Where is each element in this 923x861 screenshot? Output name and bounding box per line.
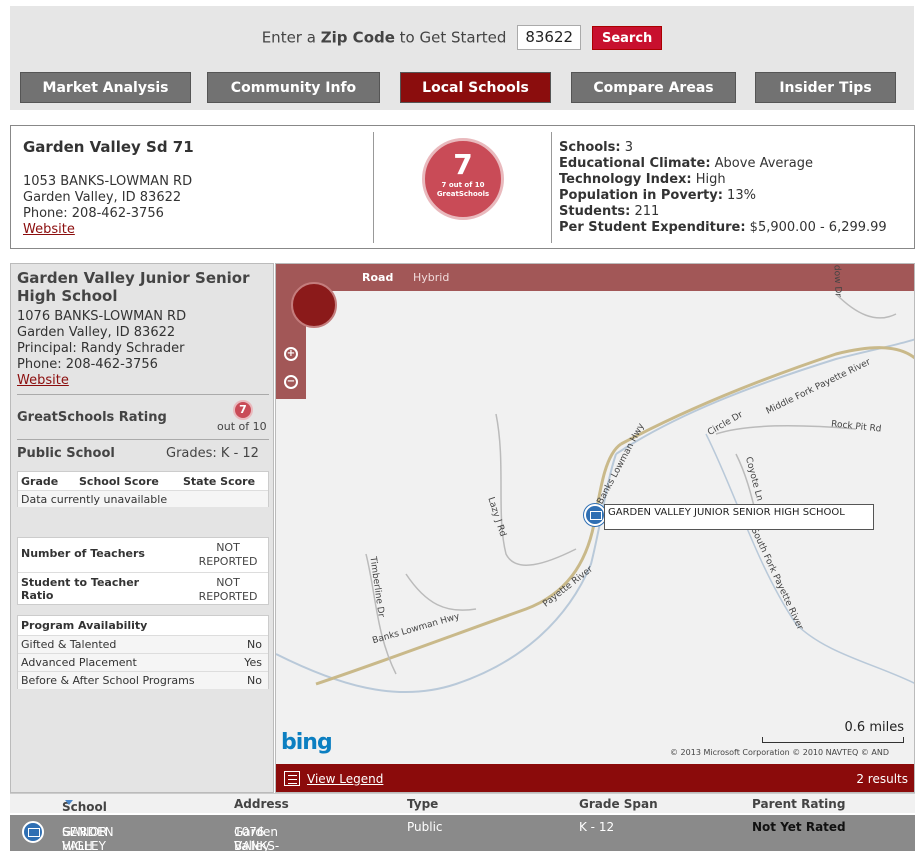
school-principal: Principal: Randy Schrader xyxy=(17,341,185,356)
school-marker-label: GARDEN VALLEY JUNIOR SENIOR HIGH SCHOOL xyxy=(604,504,874,530)
score-empty-message: Data currently unavailable xyxy=(21,493,168,506)
map-view[interactable]: Road Hybrid + − Banks Lowman Hwy Banks L… xyxy=(275,263,915,793)
header-parent-rating[interactable]: Parent Rating xyxy=(752,797,845,811)
school-marker-icon[interactable] xyxy=(584,504,606,526)
teacher-table: Number of Teachers NOT REPORTED Student t… xyxy=(17,537,269,605)
road-view-tab[interactable]: Road xyxy=(362,271,393,284)
tab-insider-tips[interactable]: Insider Tips xyxy=(755,72,896,103)
teachers-label: Number of Teachers xyxy=(21,547,145,560)
score-table-header: Grade School Score State Score xyxy=(18,472,268,490)
greatschools-label: GreatSchools xyxy=(436,190,490,198)
header-state-score: State Score xyxy=(183,475,256,488)
school-phone: Phone: 208-462-3756 xyxy=(17,357,158,372)
stat-expenditure: Per Student Expenditure: $5,900.00 - 6,2… xyxy=(559,220,887,235)
stat-technology-index: Technology Index: High xyxy=(559,172,726,187)
school-detail-panel: Garden Valley Junior Senior High School … xyxy=(10,263,274,793)
tab-local-schools[interactable]: Local Schools xyxy=(400,72,551,103)
table-row[interactable]: GARDEN VALLEY JUNIOR SENIOR HIGH SCHOOL 1… xyxy=(10,815,915,861)
district-street: 1053 BANKS-LOWMAN RD xyxy=(23,174,193,189)
district-rating-number: 7 xyxy=(453,148,473,181)
score-table-row: Data currently unavailable xyxy=(18,490,268,507)
row-type: Public xyxy=(407,820,443,834)
tab-community-info[interactable]: Community Info xyxy=(207,72,380,103)
school-icon xyxy=(22,821,44,843)
district-info-panel: Garden Valley Sd 71 1053 BANKS-LOWMAN RD… xyxy=(10,125,915,249)
divider xyxy=(17,394,269,395)
header-grade-span[interactable]: Grade Span xyxy=(579,797,658,811)
zip-bar: Enter a Zip Code to Get Started 83622 Se… xyxy=(10,6,914,110)
zip-prompt: Enter a Zip Code to Get Started xyxy=(261,28,507,47)
school-name: Garden Valley Junior Senior High School xyxy=(17,269,250,305)
school-street: 1076 BANKS-LOWMAN RD xyxy=(17,309,187,324)
legend-list-icon[interactable] xyxy=(284,771,300,786)
map-footer: View Legend 2 results xyxy=(276,764,914,792)
program-row: Advanced Placement Yes xyxy=(18,653,268,671)
district-stats: Schools: 3 Educational Climate: Above Av… xyxy=(559,140,909,236)
teachers-row: Number of Teachers NOT REPORTED xyxy=(18,538,268,572)
teachers-value: NOT REPORTED xyxy=(198,541,258,568)
ratio-label: Student to Teacher Ratio xyxy=(21,576,140,602)
view-legend-link[interactable]: View Legend xyxy=(307,772,383,786)
results-header: School Name Address Type Grade Span Pare… xyxy=(10,793,915,828)
school-rating-badge: 7 xyxy=(233,400,253,420)
hybrid-view-tab[interactable]: Hybrid xyxy=(413,271,449,284)
map-copyright: © 2013 Microsoft Corporation © 2010 NAVT… xyxy=(670,748,889,757)
zip-code-input[interactable]: 83622 xyxy=(517,25,582,50)
district-rating-subtext: 7 out of 10 xyxy=(441,181,485,189)
school-rating-out-of: out of 10 xyxy=(217,420,267,433)
divider xyxy=(17,439,269,440)
district-name: Garden Valley Sd 71 xyxy=(23,138,194,156)
map-scale-label: 0.6 miles xyxy=(844,720,904,735)
greatschools-rating-label: GreatSchools Rating xyxy=(17,410,167,425)
score-table: Grade School Score State Score Data curr… xyxy=(17,471,269,507)
stat-schools: Schools: 3 xyxy=(559,140,633,155)
results-table: School Name Address Type Grade Span Pare… xyxy=(10,793,915,861)
district-website-link[interactable]: Website xyxy=(23,222,75,237)
tab-compare-areas[interactable]: Compare Areas xyxy=(571,72,736,103)
zoom-in-icon[interactable]: + xyxy=(284,347,298,361)
header-grade: Grade xyxy=(21,475,59,488)
program-row: Gifted & Talented No xyxy=(18,635,268,653)
header-school-score: School Score xyxy=(79,475,159,488)
school-website-link[interactable]: Website xyxy=(17,373,69,388)
map-pan-compass-icon[interactable] xyxy=(291,282,337,328)
ratio-value: NOT REPORTED xyxy=(198,576,258,603)
program-header: Program Availability xyxy=(21,619,148,632)
ratio-row: Student to Teacher Ratio NOT REPORTED xyxy=(18,572,268,606)
program-row: Before & After School Programs No xyxy=(18,671,268,689)
zip-row: Enter a Zip Code to Get Started 83622 Se… xyxy=(10,25,914,50)
sort-down-icon xyxy=(65,800,73,805)
zoom-out-icon[interactable]: − xyxy=(284,375,298,389)
program-table: Program Availability Gifted & Talented No… xyxy=(17,615,269,689)
school-type: Public School xyxy=(17,446,115,461)
district-rating-badge: 7 7 out of 10 GreatSchools xyxy=(422,138,504,220)
district-city: Garden Valley, ID 83622 xyxy=(23,190,182,205)
row-grade-span: K - 12 xyxy=(579,820,615,834)
school-contact: 1076 BANKS-LOWMAN RD Garden Valley, ID 8… xyxy=(17,309,186,389)
road-label: dow Dr xyxy=(831,264,843,298)
search-button[interactable]: Search xyxy=(591,25,663,50)
bing-logo: bing xyxy=(281,730,333,755)
district-phone: Phone: 208-462-3756 xyxy=(23,206,164,221)
divider xyxy=(551,132,552,243)
divider xyxy=(373,132,374,243)
row-parent-rating: Not Yet Rated xyxy=(752,820,846,834)
results-count: 2 results xyxy=(856,772,908,786)
tab-market-analysis[interactable]: Market Analysis xyxy=(20,72,191,103)
district-contact: Garden Valley Sd 71 1053 BANKS-LOWMAN RD… xyxy=(23,138,363,238)
school-city: Garden Valley, ID 83622 xyxy=(17,325,176,340)
header-address[interactable]: Address xyxy=(234,797,289,811)
school-grades: Grades: K - 12 xyxy=(166,446,259,461)
stat-students: Students: 211 xyxy=(559,204,660,219)
stat-poverty: Population in Poverty: 13% xyxy=(559,188,756,203)
header-type[interactable]: Type xyxy=(407,797,438,811)
stat-educational-climate: Educational Climate: Above Average xyxy=(559,156,813,171)
map-scale-bar xyxy=(762,737,904,743)
